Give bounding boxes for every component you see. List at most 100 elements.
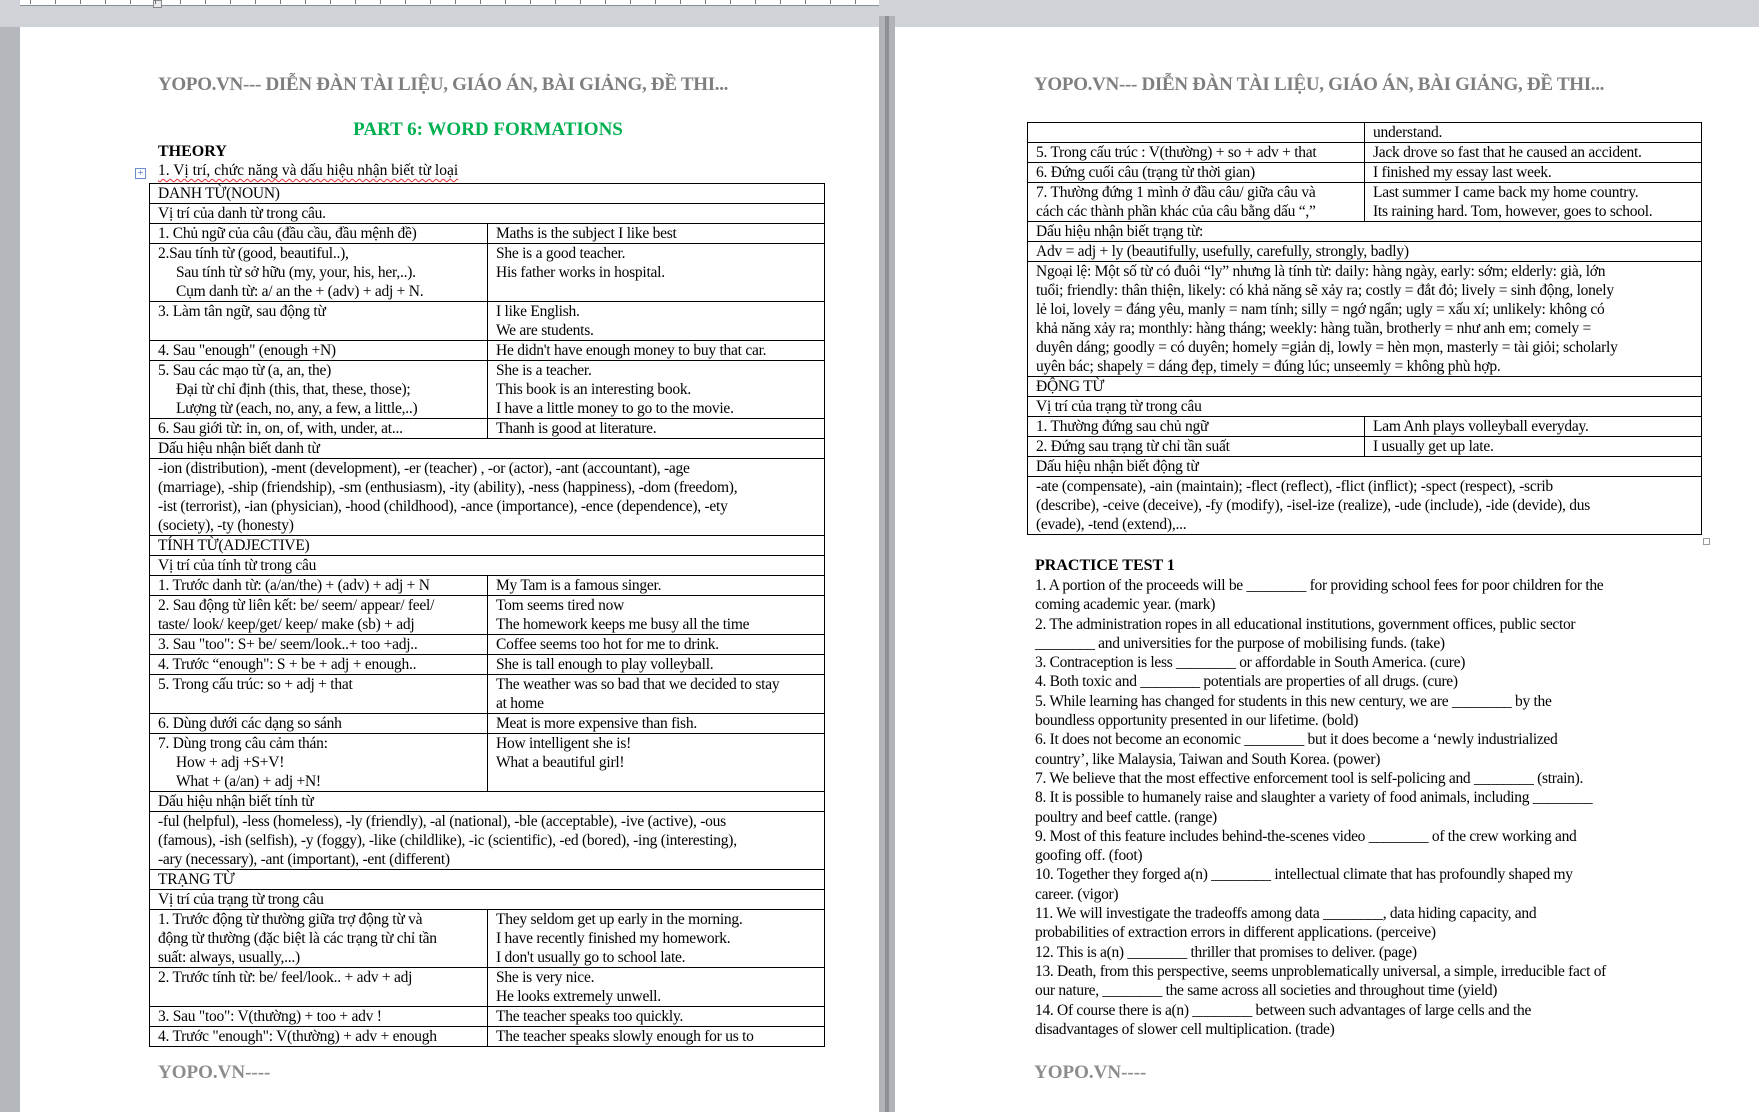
table-cell-example[interactable]: Lam Anh plays volleyball everyday. xyxy=(1364,416,1702,437)
cell-line: 6. Dùng dưới các dạng so sánh xyxy=(158,715,342,732)
question-line: coming academic year. (mark) xyxy=(1035,596,1216,614)
table-cell-full[interactable]: Dấu hiệu nhận biết trạng từ: xyxy=(1027,221,1702,242)
table-cell-rule[interactable]: 1. Thường đứng sau chủ ngữ xyxy=(1027,416,1365,437)
table-cell-example[interactable]: My Tam is a famous singer. xyxy=(487,575,825,596)
table-cell-full[interactable]: ĐỘNG TỪ xyxy=(1027,376,1702,397)
cell-line: Thanh is good at literature. xyxy=(496,420,657,437)
table-cell-rule[interactable]: 3. Làm tân ngữ, sau động từ xyxy=(149,301,488,341)
table-cell-rule[interactable]: 1. Trước danh từ: (a/an/the) + (adv) + a… xyxy=(149,575,488,596)
table-cell-rule[interactable]: 7. Dùng trong câu cảm thán: How + adj +S+… xyxy=(149,733,488,792)
subheading-text: 1. Vị trí, chức năng và dấu hiệu nhận bi… xyxy=(158,162,459,179)
table-row: 7. Dùng trong câu cảm thán: How + adj +S+… xyxy=(149,733,825,792)
table-cell-full[interactable]: Dấu hiệu nhận biết tính từ xyxy=(149,791,825,812)
table-row: 2. Trước tính từ: be/ feel/look.. + adv … xyxy=(149,967,825,1007)
table-cell-example[interactable]: She is a good teacher. His father works i… xyxy=(487,243,825,302)
question-line: 12. This is a(n) ________ thriller that … xyxy=(1035,943,1417,961)
table-cell-example[interactable]: Maths is the subject I like best xyxy=(487,223,825,244)
table-cell-example[interactable]: The teacher speaks too quickly. xyxy=(487,1006,825,1027)
question-line: 5. While learning has changed for studen… xyxy=(1035,692,1552,710)
table-cell-example[interactable]: Jack drove so fast that he caused an acc… xyxy=(1364,142,1702,163)
table-cell-full[interactable]: Vị trí của trạng từ trong câu xyxy=(1027,396,1702,417)
table-cell-full[interactable]: Vị trí của danh từ trong câu. xyxy=(149,203,825,224)
table-cell-full[interactable]: Vị trí của tính từ trong câu xyxy=(149,555,825,576)
table-row: 7. Thường đứng 1 mình ở đầu câu/ giữa câ… xyxy=(1027,182,1702,222)
table-cell-example[interactable]: The teacher speaks slowly enough for us … xyxy=(487,1026,825,1047)
cell-line: What a beautiful girl! xyxy=(496,754,625,771)
table-cell-example[interactable]: Meat is more expensive than fish. xyxy=(487,713,825,734)
table-cell-rule[interactable]: 4. Trước “enough": S + be + adj + enough… xyxy=(149,654,488,675)
table-cell-rule[interactable]: 4. Sau "enough" (enough +N) xyxy=(149,340,488,361)
table-cell-full[interactable]: TÍNH TỪ(ADJECTIVE) xyxy=(149,535,825,556)
table-cell-example[interactable]: She is a teacher. This book is an interes… xyxy=(487,360,825,419)
table-cell-example[interactable]: I finished my essay last week. xyxy=(1364,162,1702,183)
table-cell-full[interactable]: -ful (helpful), -less (homeless), -ly (f… xyxy=(149,811,825,870)
table-cell-rule[interactable]: 7. Thường đứng 1 mình ở đầu câu/ giữa câ… xyxy=(1027,182,1365,222)
table-cell-rule[interactable]: 5. Sau các mạo từ (a, an, the) Đại từ chỉ… xyxy=(149,360,488,419)
table-cell-example[interactable]: I usually get up late. xyxy=(1364,436,1702,457)
table-cell-full[interactable]: Dấu hiệu nhận biết động từ xyxy=(1027,456,1702,477)
table-row: TÍNH TỪ(ADJECTIVE) xyxy=(149,535,825,556)
word-class-table-continued: understand. 5. Trong cấu trúc : V(thường)… xyxy=(1027,122,1702,535)
table-cell-example[interactable]: The weather was so bad that we decided t… xyxy=(487,674,825,714)
cell-line: Jack drove so fast that he caused an acc… xyxy=(1373,144,1642,161)
table-cell-rule[interactable]: 1. Trước động từ thường giữa trợ động từ… xyxy=(149,909,488,968)
cell-line: I have a little money to go to the movie… xyxy=(496,400,734,417)
cell-line: 7. Thường đứng 1 mình ở đầu câu/ giữa câ… xyxy=(1036,184,1316,201)
table-cell-full[interactable]: -ion (distribution), -ment (development)… xyxy=(149,458,825,536)
table-cell-rule[interactable]: 3. Sau "too": V(thường) + too + adv ! xyxy=(149,1006,488,1027)
table-cell-example[interactable]: Coffee seems too hot for me to drink. xyxy=(487,634,825,655)
question-line: probabilities of extraction errors in di… xyxy=(1035,924,1436,942)
table-cell-rule[interactable]: 1. Chủ ngữ của câu (đầu cầu, đầu mệnh đề… xyxy=(149,223,488,244)
table-cell-rule[interactable]: 6. Dùng dưới các dạng so sánh xyxy=(149,713,488,734)
table-cell-rule[interactable]: 6. Sau giới từ: in, on, of, with, under,… xyxy=(149,418,488,439)
table-cell-example[interactable]: I like English. We are students. xyxy=(487,301,825,341)
table-cell-rule[interactable]: 4. Trước "enough": V(thường) + adv + eno… xyxy=(149,1026,488,1047)
table-cell-rule[interactable]: 3. Sau "too": S+ be/ seem/look..+ too +a… xyxy=(149,634,488,655)
table-cell-rule[interactable]: 2. Sau động từ liên kết: be/ seem/ appea… xyxy=(149,595,488,635)
table-cell-full[interactable]: Vị trí của trạng từ trong câu xyxy=(149,889,825,910)
cell-line: TRẠNG TỪ xyxy=(158,871,235,888)
horizontal-ruler[interactable] xyxy=(20,0,879,8)
table-cell-example[interactable]: They seldom get up early in the morning.… xyxy=(487,909,825,968)
table-cell-rule[interactable] xyxy=(1027,122,1365,143)
table-cell-full[interactable]: DANH TỪ(NOUN) xyxy=(149,183,825,204)
table-cell-rule[interactable]: 2.Sau tính từ (good, beautiful..), Sau tí… xyxy=(149,243,488,302)
table-cell-example[interactable]: Tom seems tired now The homework keeps me… xyxy=(487,595,825,635)
question-item: 7. We believe that the most effective en… xyxy=(1035,769,1606,788)
table-row: Dấu hiệu nhận biết trạng từ: xyxy=(1027,221,1702,242)
table-cell-full[interactable]: Dấu hiệu nhận biết danh từ xyxy=(149,438,825,459)
cell-line: understand. xyxy=(1373,124,1443,141)
table-cell-example[interactable]: She is very nice. He looks extremely unwe… xyxy=(487,967,825,1007)
table-resize-handle[interactable] xyxy=(1703,538,1710,545)
table-cell-rule[interactable]: 2. Trước tính từ: be/ feel/look.. + adv … xyxy=(149,967,488,1007)
table-cell-example[interactable]: Thanh is good at literature. xyxy=(487,418,825,439)
table-cell-rule[interactable]: 2. Đứng sau trạng từ chỉ tần suất xyxy=(1027,436,1365,457)
cell-line: How intelligent she is! xyxy=(496,735,632,752)
table-cell-full[interactable]: -ate (compensate), -ain (maintain); -fle… xyxy=(1027,476,1702,535)
page-header: YOPO.VN--- DIỄN ĐÀN TÀI LIỆU, GIÁO ÁN, B… xyxy=(1034,74,1605,95)
table-cell-example[interactable]: How intelligent she is! What a beautiful … xyxy=(487,733,825,792)
table-cell-example[interactable]: He didn't have enough money to buy that … xyxy=(487,340,825,361)
table-row: 1. Chủ ngữ của câu (đầu cầu, đầu mệnh đề… xyxy=(149,223,825,244)
ruler-tick xyxy=(780,0,781,4)
table-cell-rule[interactable]: 6. Đứng cuối câu (trạng từ thời gian) xyxy=(1027,162,1365,183)
table-row: 4. Trước “enough": S + be + adj + enough… xyxy=(149,654,825,675)
ruler-tick xyxy=(230,0,231,4)
table-cell-full[interactable]: Adv = adj + ly (beautifully, usefully, c… xyxy=(1027,241,1702,262)
question-line: 14. Of course there is a(n) ________ bet… xyxy=(1035,1001,1532,1019)
cell-line: (society), -ty (honesty) xyxy=(158,517,294,534)
table-cell-full[interactable]: Ngoại lệ: Một số từ có đuôi “ly” nhưng l… xyxy=(1027,261,1702,377)
cell-line: Cụm danh từ: a/ an the + (adv) + adj + N… xyxy=(176,283,424,300)
table-cell-example[interactable]: She is tall enough to play volleyball. xyxy=(487,654,825,675)
table-cell-rule[interactable]: 5. Trong cấu trúc : V(thường) + so + adv… xyxy=(1027,142,1365,163)
cell-line: 5. Trong cấu trúc: so + adj + that xyxy=(158,676,353,693)
cell-line: -ion (distribution), -ment (development)… xyxy=(158,460,690,477)
table-move-handle-icon[interactable]: + xyxy=(135,168,146,179)
table-cell-rule[interactable]: 5. Trong cấu trúc: so + adj + that xyxy=(149,674,488,714)
table-cell-example[interactable]: Last summer I came back my home country.… xyxy=(1364,182,1702,222)
table-cell-example[interactable]: understand. xyxy=(1364,122,1702,143)
ruler-tick xyxy=(680,0,681,4)
question-item: 5. While learning has changed for studen… xyxy=(1035,692,1606,731)
cell-line: -ate (compensate), -ain (maintain); -fle… xyxy=(1036,478,1553,495)
table-cell-full[interactable]: TRẠNG TỪ xyxy=(149,869,825,890)
